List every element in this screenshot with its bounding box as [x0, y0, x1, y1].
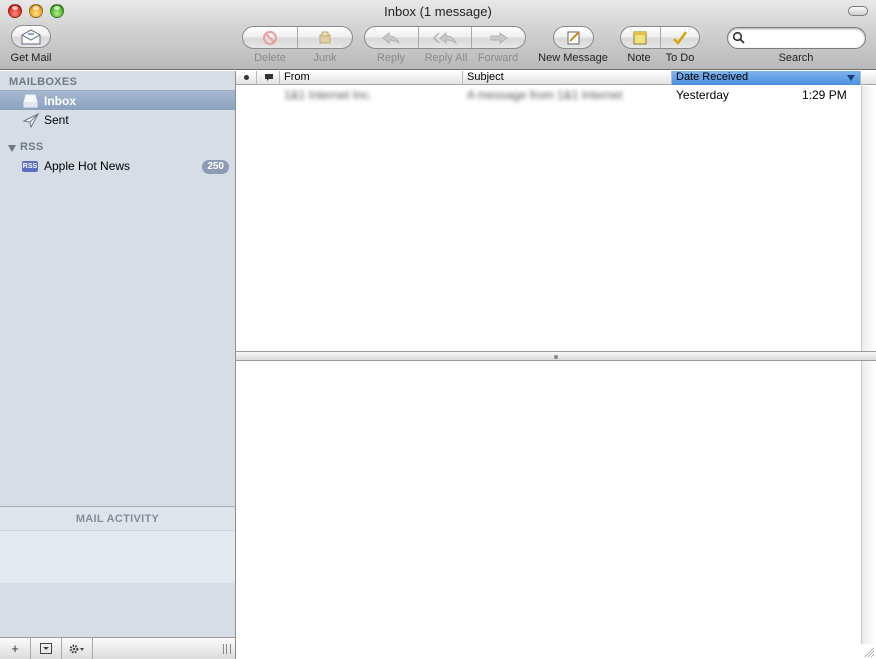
message-time: 1:29 PM: [802, 88, 847, 102]
splitter-handle-icon: [554, 355, 558, 359]
junk-button[interactable]: [297, 27, 352, 48]
column-thread[interactable]: [257, 71, 280, 85]
reply-all-label: Reply All: [424, 52, 468, 64]
sidebar-item-label: Apple Hot News: [44, 159, 131, 173]
magnifier-icon: [732, 31, 745, 44]
search-input[interactable]: [727, 27, 866, 49]
note-todo-group: [620, 26, 700, 49]
mailbox-sidebar: MAILBOXES Inbox Sent RSS RSS Apple Hot N…: [0, 71, 236, 659]
envelope-icon: [21, 28, 41, 44]
reply-all-arrow-icon: [432, 31, 458, 44]
sidebar-item-label: Sent: [44, 113, 69, 127]
inbox-tray-icon: [23, 94, 38, 108]
forward-button[interactable]: [471, 27, 525, 48]
delete-button[interactable]: [243, 27, 297, 48]
message-list: From Subject Date Received 1&1 Internet …: [236, 71, 876, 352]
window-title: Inbox (1 message): [384, 4, 492, 19]
new-message-button[interactable]: [553, 26, 594, 49]
unread-count-badge: 250: [202, 160, 229, 174]
new-message-label: New Message: [538, 52, 608, 64]
column-from[interactable]: From: [280, 71, 463, 85]
column-date-label: Date Received: [676, 71, 749, 83]
message-from: 1&1 Internet Inc.: [284, 88, 373, 102]
todo-label: To Do: [665, 52, 695, 64]
search-label: Search: [778, 52, 814, 64]
show-activity-button[interactable]: [31, 638, 62, 659]
message-preview: [236, 361, 876, 659]
checkmark-icon: [672, 30, 687, 45]
sidebar-item-apple-hot-news[interactable]: RSS Apple Hot News 250: [0, 156, 235, 176]
message-date: Yesterday: [676, 88, 729, 102]
junk-icon: [319, 31, 331, 43]
delete-junk-group: [242, 26, 353, 49]
note-icon: [633, 31, 647, 44]
add-mailbox-button[interactable]: +: [0, 638, 31, 659]
message-list-scrollbar[interactable]: [861, 86, 876, 352]
get-mail-label: Get Mail: [10, 52, 52, 64]
mail-activity-panel: [0, 530, 235, 583]
action-menu-button[interactable]: [62, 638, 93, 659]
forward-arrow-icon: [490, 31, 508, 44]
sidebar-item-inbox[interactable]: Inbox: [0, 90, 235, 110]
pane-splitter[interactable]: [236, 351, 876, 361]
note-button[interactable]: [621, 27, 660, 48]
table-row[interactable]: 1&1 Internet Inc. A message from 1&1 Int…: [236, 86, 861, 104]
note-label: Note: [627, 52, 651, 64]
mail-activity-header: MAIL ACTIVITY: [0, 506, 235, 530]
speech-bubble-icon: [265, 74, 273, 81]
gear-icon: [69, 644, 84, 653]
delete-icon: [263, 30, 277, 45]
disclosure-triangle-icon[interactable]: [8, 145, 16, 152]
column-subject[interactable]: Subject: [463, 71, 672, 85]
todo-button[interactable]: [659, 27, 700, 48]
mailboxes-header: MAILBOXES: [9, 76, 78, 88]
sidebar-action-bar: +: [0, 637, 235, 659]
unread-dot-icon: [244, 75, 249, 80]
message-subject: A message from 1&1 Internet: [467, 88, 623, 102]
delete-label: Delete: [254, 52, 286, 64]
activity-tray-icon: [40, 643, 52, 654]
sidebar-item-sent[interactable]: Sent: [0, 110, 235, 130]
rss-header: RSS: [20, 141, 44, 153]
column-unread[interactable]: [236, 71, 257, 85]
get-mail-button[interactable]: [11, 25, 51, 48]
reply-group: [364, 26, 526, 49]
compose-icon: [567, 30, 580, 44]
rss-feed-icon: RSS: [22, 161, 38, 172]
reply-label: Reply: [376, 52, 406, 64]
sidebar-resize-grip-icon[interactable]: [223, 644, 231, 654]
toolbar-toggle-button[interactable]: [848, 6, 868, 16]
new-message-segment: [554, 27, 593, 48]
junk-label: Junk: [313, 52, 337, 64]
window-toolbar: Inbox (1 message) Get Mail Delete Junk R…: [0, 0, 876, 70]
paper-plane-icon: [22, 112, 39, 128]
forward-label: Forward: [477, 52, 519, 64]
sidebar-item-label: Inbox: [44, 94, 76, 108]
column-header-bar: From Subject Date Received: [236, 71, 876, 85]
reply-button[interactable]: [365, 27, 418, 48]
sort-descending-icon: [847, 75, 855, 81]
window-resize-grip-icon[interactable]: [863, 646, 874, 657]
reply-all-button[interactable]: [417, 27, 472, 48]
reply-arrow-icon: [382, 31, 401, 44]
column-date-received[interactable]: Date Received: [672, 71, 861, 85]
preview-scrollbar[interactable]: [861, 361, 876, 644]
plus-icon: +: [11, 641, 19, 656]
